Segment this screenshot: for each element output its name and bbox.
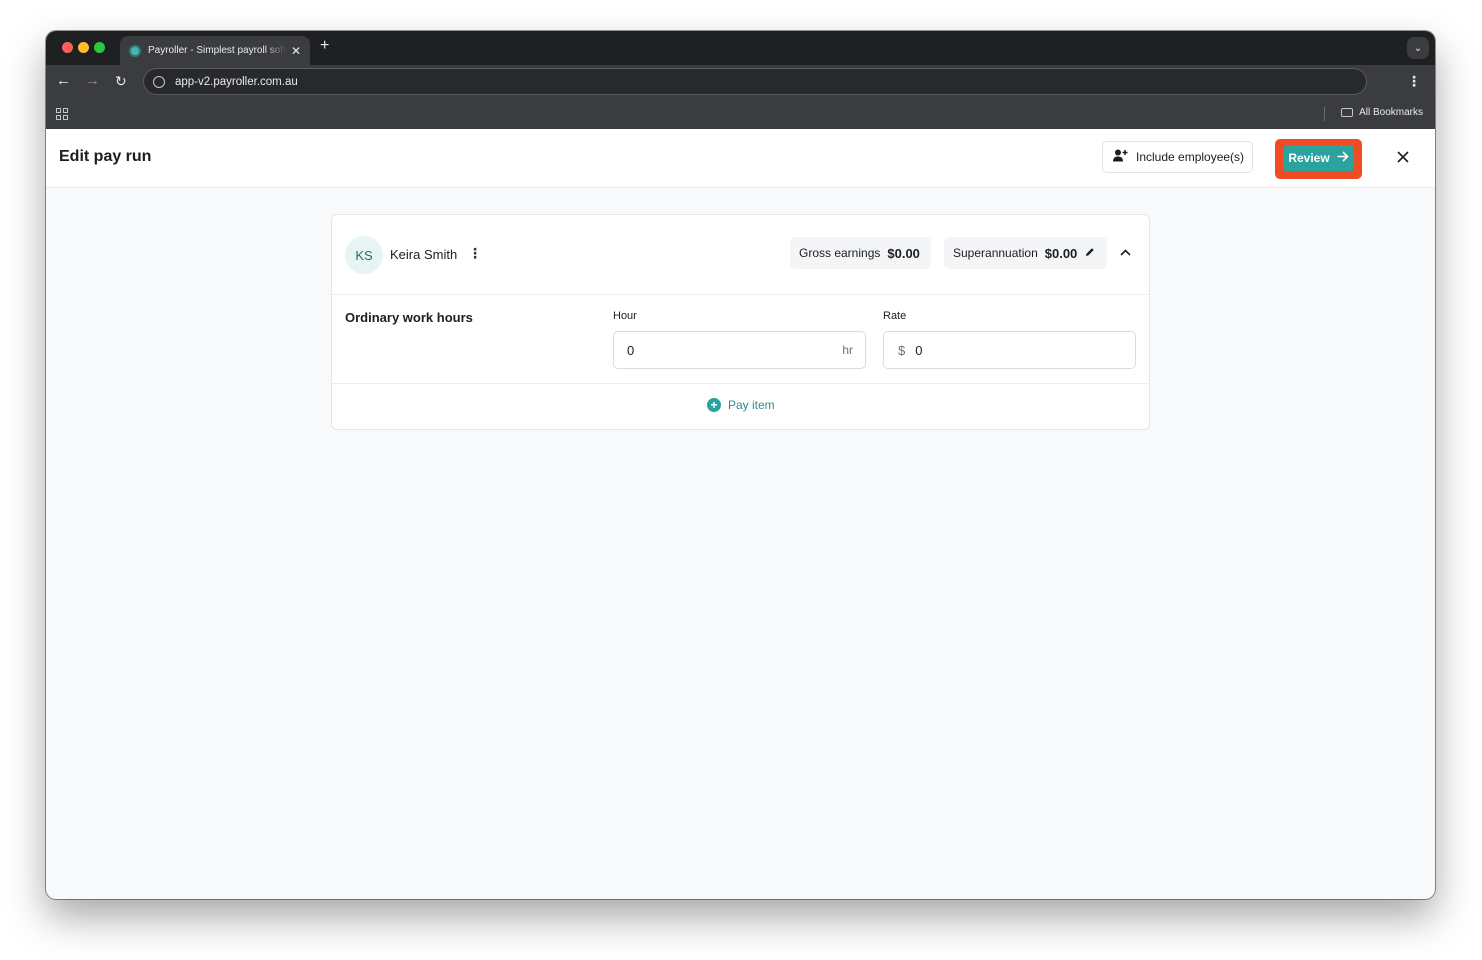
gross-earnings-label: Gross earnings (799, 246, 881, 260)
hour-suffix: hr (842, 343, 853, 357)
chevron-up-icon[interactable] (1120, 244, 1131, 259)
employee-card: KS Keira Smith ⋮ Gross earnings $0.00 Su… (331, 214, 1150, 430)
gross-earnings-chip: Gross earnings $0.00 (790, 237, 931, 269)
minimize-window-button[interactable] (78, 42, 89, 53)
superannuation-value: $0.00 (1044, 245, 1078, 261)
bookmarks-bar: All Bookmarks (46, 99, 1435, 129)
forward-icon[interactable]: → (85, 72, 100, 89)
bookmarks-divider (1324, 107, 1325, 121)
review-highlight: Review (1275, 139, 1362, 179)
browser-window: Payroller - Simplest payroll software ✕ … (46, 31, 1435, 899)
hour-value: 0 (627, 342, 635, 358)
folder-icon (1341, 108, 1354, 117)
rate-prefix: $ (898, 342, 906, 358)
all-bookmarks-label: All Bookmarks (1359, 107, 1423, 118)
rate-label: Rate (883, 310, 907, 322)
rate-value: 0 (915, 342, 923, 358)
add-user-icon (1113, 149, 1128, 165)
pencil-icon[interactable] (1085, 247, 1095, 260)
close-window-button[interactable] (62, 42, 73, 53)
superannuation-label: Superannuation (953, 246, 1038, 260)
rate-input[interactable]: $ 0 (883, 331, 1136, 369)
tab-title: Payroller - Simplest payroll software (148, 45, 286, 56)
address-bar[interactable]: app-v2.payroller.com.au (143, 68, 1367, 95)
employee-name: Keira Smith (390, 247, 458, 262)
hour-label: Hour (613, 310, 637, 322)
add-pay-item-button[interactable]: + Pay item (707, 398, 775, 412)
browser-toolbar: ← → ↻ app-v2.payroller.com.au ⋮ (46, 65, 1435, 99)
include-employees-label: Include employee(s) (1136, 150, 1245, 164)
tab-close-icon[interactable]: ✕ (291, 44, 301, 58)
arrow-right-icon (1337, 151, 1349, 165)
back-icon[interactable]: ← (56, 72, 71, 89)
review-button[interactable]: Review (1283, 145, 1354, 171)
pay-item-label: Pay item (728, 398, 775, 412)
reload-icon[interactable]: ↻ (115, 73, 127, 90)
maximize-window-button[interactable] (94, 42, 105, 53)
close-icon[interactable] (1397, 147, 1409, 168)
employee-card-header: KS Keira Smith ⋮ Gross earnings $0.00 Su… (332, 215, 1149, 295)
browser-tab[interactable]: Payroller - Simplest payroll software ✕ (120, 36, 310, 65)
plus-circle-icon: + (707, 398, 721, 412)
new-tab-button[interactable]: + (320, 37, 329, 55)
tab-search-button[interactable]: ⌄ (1407, 37, 1429, 59)
browser-menu-icon[interactable]: ⋮ (1407, 73, 1421, 90)
ordinary-hours-label: Ordinary work hours (345, 310, 473, 325)
superannuation-chip: Superannuation $0.00 (944, 237, 1107, 269)
gross-earnings-value: $0.00 (887, 245, 920, 261)
app-header: Edit pay run Include employee(s) Review (46, 129, 1435, 188)
hour-input[interactable]: 0 hr (613, 331, 866, 369)
card-divider (332, 383, 1149, 384)
review-label: Review (1288, 151, 1330, 165)
apps-grid-icon[interactable] (56, 108, 68, 120)
include-employees-button[interactable]: Include employee(s) (1102, 141, 1253, 173)
employee-menu-icon[interactable]: ⋮ (468, 245, 482, 262)
avatar: KS (345, 236, 383, 274)
address-url: app-v2.payroller.com.au (175, 75, 298, 88)
payroller-favicon-icon (129, 44, 141, 57)
page-title: Edit pay run (59, 148, 152, 165)
tab-bar: Payroller - Simplest payroll software ✕ … (46, 31, 1435, 65)
site-info-icon[interactable] (153, 75, 165, 88)
all-bookmarks-button[interactable]: All Bookmarks (1341, 107, 1423, 118)
